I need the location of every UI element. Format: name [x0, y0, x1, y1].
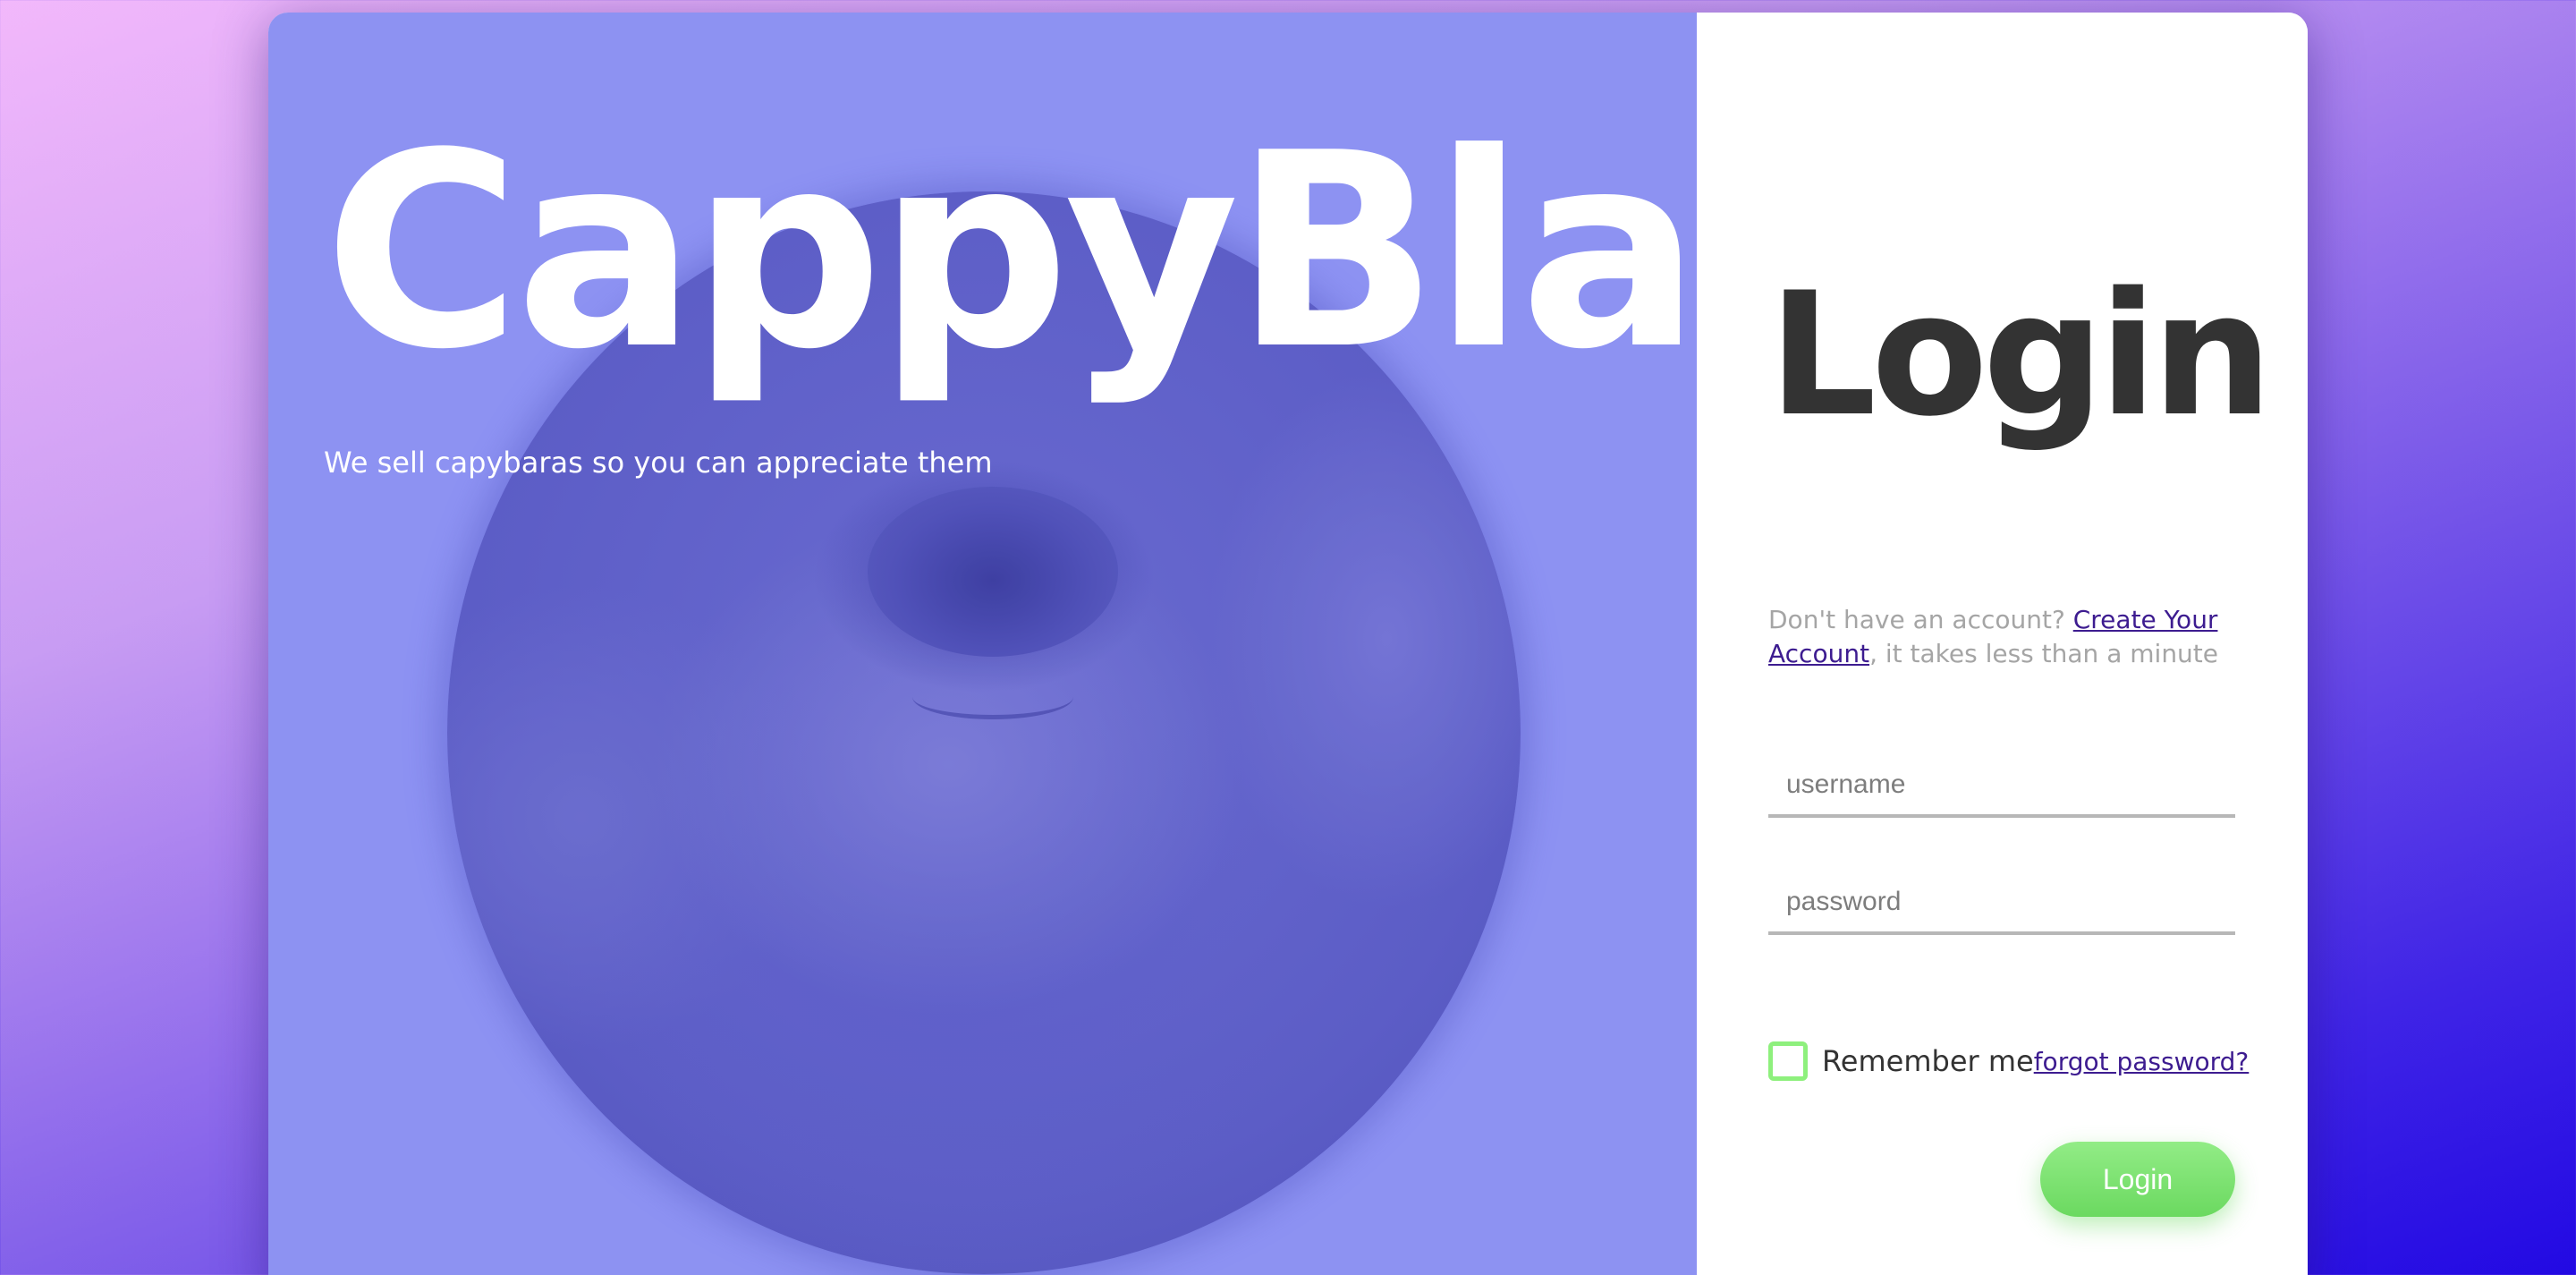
brand-title: CappyBlapp — [324, 96, 1697, 408]
capybara-mouth — [912, 675, 1073, 719]
username-input[interactable] — [1768, 755, 2235, 818]
remember-me-label: Remember me — [1822, 1044, 2034, 1078]
signup-prompt-prefix: Don't have an account? — [1768, 605, 2073, 634]
capybara-nose — [868, 487, 1118, 657]
remember-me-checkbox[interactable] — [1768, 1041, 1808, 1081]
login-card: CappyBlapp We sell capybaras so you can … — [268, 13, 2308, 1275]
signup-prompt: Don't have an account? Create Your Accou… — [1768, 603, 2233, 671]
signup-prompt-suffix: , it takes less than a minute — [1869, 639, 2219, 668]
hero-panel: CappyBlapp We sell capybaras so you can … — [268, 13, 1697, 1275]
brand-tagline: We sell capybaras so you can appreciate … — [324, 446, 993, 480]
forgot-password-link[interactable]: forgot password? — [2034, 1047, 2250, 1076]
login-title: Login — [1768, 256, 2273, 454]
login-button[interactable]: Login — [2040, 1142, 2235, 1217]
remember-row: Remember me forgot password? — [1768, 1041, 2249, 1081]
password-input[interactable] — [1768, 872, 2235, 935]
login-panel: Login Don't have an account? Create Your… — [1697, 13, 2308, 1275]
